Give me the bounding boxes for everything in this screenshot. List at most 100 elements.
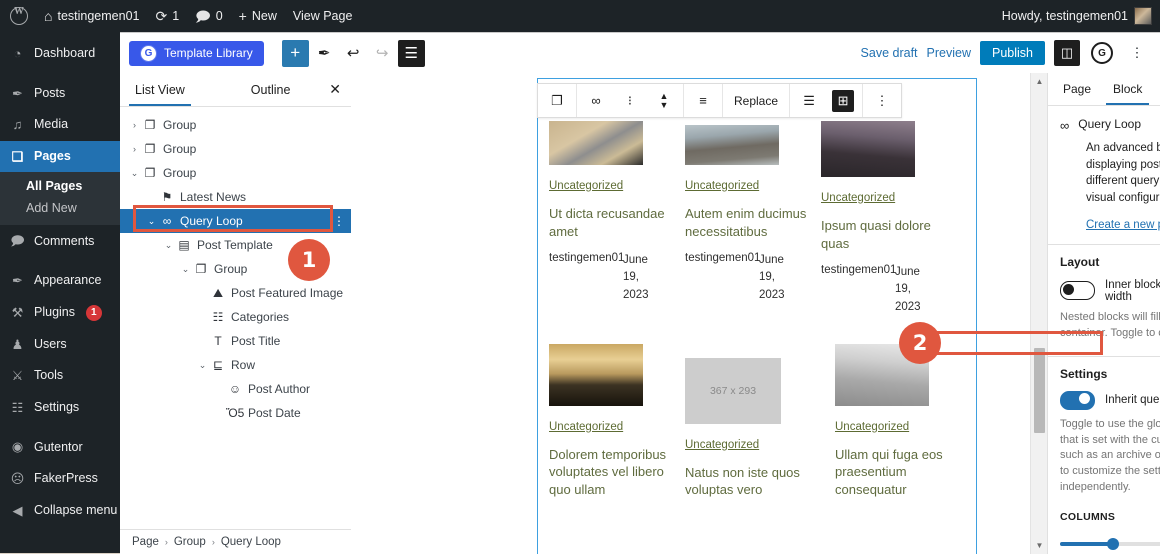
list-view-row-selected[interactable]: ⌄ ∞ Query Loop ⋮: [120, 209, 351, 233]
tab-outline[interactable]: Outline: [245, 73, 297, 106]
post-title[interactable]: Ipsum quasi dolore quas: [821, 217, 953, 252]
close-list-view-button[interactable]: ✕: [329, 81, 341, 98]
breadcrumb-item[interactable]: Group: [174, 536, 206, 548]
tools-edit-mode-button[interactable]: ✒: [311, 40, 338, 67]
drag-handle[interactable]: ⁝: [613, 85, 647, 116]
post-categories-link[interactable]: Uncategorized: [821, 192, 953, 204]
replace-button[interactable]: Replace: [725, 85, 787, 116]
list-view-row[interactable]: ⌄ ⊑ Row: [120, 353, 351, 377]
chevron-toggle-icon[interactable]: ›: [128, 120, 141, 130]
wp-logo-menu[interactable]: [0, 0, 36, 32]
list-view-row[interactable]: T Post Title: [120, 329, 351, 353]
publish-button[interactable]: Publish: [980, 41, 1045, 65]
settings-panel-toggle[interactable]: ◫: [1054, 40, 1080, 66]
list-view-row[interactable]: ⚑ Latest News: [120, 185, 351, 209]
display-grid-button[interactable]: ⊞: [826, 85, 860, 116]
align-button[interactable]: ≡: [686, 85, 720, 116]
submenu-item-add-new[interactable]: Add New: [0, 197, 120, 219]
post-title[interactable]: Autem enim ducimus necessitatibus: [685, 205, 817, 240]
list-view-row[interactable]: › ❐ Group: [120, 137, 351, 161]
create-new-post-link[interactable]: Create a new post: [1086, 219, 1160, 231]
post-title[interactable]: Ut dicta recusandae amet: [549, 205, 681, 240]
list-view-row[interactable]: Ὄ5 Post Date: [120, 401, 351, 425]
post-featured-image[interactable]: [821, 121, 915, 177]
list-view-row[interactable]: ☺ Post Author: [120, 377, 351, 401]
block-inserter-toggle[interactable]: +: [281, 39, 309, 67]
layout-panel-header[interactable]: Layout ⌃: [1048, 245, 1160, 279]
post-card[interactable]: Uncategorized Ut dicta recusandae amet tes…: [549, 121, 685, 316]
post-title[interactable]: Dolorem temporibus voluptates vel libero…: [549, 446, 681, 499]
breadcrumb-item[interactable]: Page: [132, 536, 159, 548]
list-view-row[interactable]: › ❐ Group: [120, 113, 351, 137]
comments-menu[interactable]: 🗩 0: [187, 0, 231, 32]
scroll-down-arrow-icon[interactable]: ▼: [1031, 537, 1048, 554]
preview-button[interactable]: Preview: [927, 46, 971, 60]
chevron-toggle-icon[interactable]: ⌄: [196, 360, 209, 371]
save-draft-button[interactable]: Save draft: [861, 46, 918, 60]
site-name-menu[interactable]: ⌂ testingemen01: [36, 0, 147, 32]
display-list-button[interactable]: ☰: [792, 85, 826, 116]
post-card[interactable]: Uncategorized Ipsum quasi dolore quas test…: [821, 121, 957, 316]
sidebar-item-plugins[interactable]: ⚒ Plugins 1: [0, 297, 120, 329]
post-featured-image[interactable]: [685, 125, 779, 165]
redo-button[interactable]: ↪: [369, 40, 396, 67]
chevron-toggle-icon[interactable]: ⌄: [162, 240, 175, 251]
editor-more-menu-button[interactable]: ⋮: [1124, 40, 1150, 66]
canvas-scrollbar[interactable]: ▲ ▼: [1030, 73, 1048, 554]
avatar[interactable]: [1134, 7, 1152, 25]
sidebar-item-fakerpress[interactable]: ☹ FakerPress: [0, 463, 120, 495]
tab-list-view[interactable]: List View: [129, 73, 191, 106]
new-content-menu[interactable]: + New: [231, 0, 285, 32]
chevron-toggle-icon[interactable]: ⌄: [179, 264, 192, 275]
move-up-down-button[interactable]: ▲ ▼: [647, 85, 681, 116]
sidebar-item-posts[interactable]: ✒ Posts: [0, 78, 120, 110]
template-library-button[interactable]: G Template Library: [129, 40, 264, 66]
updates-menu[interactable]: ⟳ 1: [147, 0, 187, 32]
post-categories-link[interactable]: Uncategorized: [835, 421, 953, 433]
three-dots-vertical-icon[interactable]: ⋮: [333, 214, 345, 228]
gutentor-header-button[interactable]: G: [1089, 40, 1115, 66]
post-card[interactable]: Uncategorized Autem enim ducimus necessit…: [685, 121, 821, 316]
sidebar-item-pages[interactable]: ❑ Pages: [0, 140, 120, 173]
list-view-row[interactable]: ⌄ ❐ Group: [120, 161, 351, 185]
post-categories-link[interactable]: Uncategorized: [685, 439, 817, 451]
sidebar-item-settings[interactable]: ☷ Settings: [0, 392, 120, 424]
chevron-toggle-icon[interactable]: ›: [128, 144, 141, 154]
sidebar-item-media[interactable]: ♫ Media: [0, 109, 120, 141]
breadcrumb-item[interactable]: Query Loop: [221, 536, 281, 548]
sidebar-item-tools[interactable]: ⚔ Tools: [0, 360, 120, 392]
slider-knob[interactable]: [1107, 538, 1120, 551]
list-view-toggle[interactable]: ☰: [397, 39, 425, 67]
submenu-item-all-pages[interactable]: All Pages: [0, 175, 120, 197]
view-page-link[interactable]: View Page: [285, 0, 361, 32]
post-title[interactable]: Ullam qui fuga eos praesentium consequat…: [835, 446, 953, 499]
block-type-query-loop-button[interactable]: ∞: [579, 85, 613, 116]
post-categories-link[interactable]: Uncategorized: [549, 180, 681, 192]
post-card[interactable]: Uncategorized Dolorem temporibus voluptat…: [549, 343, 685, 499]
tab-block[interactable]: Block: [1106, 73, 1150, 105]
post-card[interactable]: 367 x 293 Uncategorized Natus non iste quo…: [685, 344, 821, 499]
post-card[interactable]: Uncategorized Ullam qui fuga eos praesent…: [821, 343, 957, 499]
sidebar-item-gutentor[interactable]: ◉ Gutentor: [0, 431, 120, 463]
tab-page[interactable]: Page: [1056, 73, 1098, 105]
scrollbar-thumb[interactable]: [1034, 348, 1045, 433]
list-view-row[interactable]: ☷ Categories: [120, 305, 351, 329]
post-categories-link[interactable]: Uncategorized: [549, 421, 681, 433]
columns-slider[interactable]: [1060, 538, 1160, 551]
post-featured-image[interactable]: [549, 121, 643, 165]
block-options-button[interactable]: ⋮: [865, 85, 899, 116]
list-view-row[interactable]: ⛰ Post Featured Image: [120, 281, 351, 305]
chevron-toggle-icon[interactable]: ⌄: [128, 168, 141, 179]
post-categories-link[interactable]: Uncategorized: [685, 180, 817, 192]
chevron-toggle-icon[interactable]: ⌄: [145, 216, 158, 227]
inherit-query-from-template-toggle[interactable]: [1060, 390, 1095, 410]
post-title[interactable]: Natus non iste quos voluptas vero: [685, 464, 817, 499]
scroll-up-arrow-icon[interactable]: ▲: [1031, 73, 1048, 90]
parent-group-block-button[interactable]: ❐: [540, 85, 574, 116]
inner-blocks-content-width-toggle[interactable]: [1060, 281, 1095, 301]
sidebar-item-appearance[interactable]: ✒ Appearance: [0, 265, 120, 297]
post-featured-image[interactable]: [549, 343, 643, 406]
settings-panel-header[interactable]: Settings ⌃: [1048, 357, 1160, 391]
sidebar-item-comments[interactable]: 🗩 Comments: [0, 225, 120, 257]
undo-button[interactable]: ↩: [340, 40, 367, 67]
